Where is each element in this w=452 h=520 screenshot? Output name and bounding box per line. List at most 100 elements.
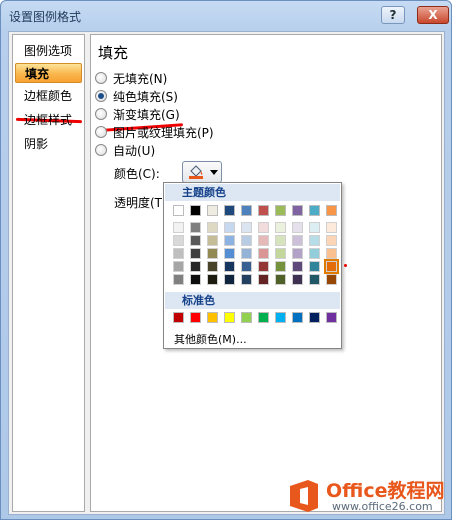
nav-item-border-style[interactable]: 边框样式 [15, 110, 82, 130]
theme-shade-swatch[interactable] [241, 274, 252, 285]
theme-shade-swatch[interactable] [241, 235, 252, 246]
standard-swatch[interactable] [173, 312, 184, 323]
theme-shade-swatch[interactable] [224, 274, 235, 285]
theme-shade-swatch[interactable] [326, 248, 337, 259]
theme-shade-swatch[interactable] [309, 222, 320, 233]
standard-swatch[interactable] [275, 312, 286, 323]
dialog-title: 设置图例格式 [9, 10, 82, 24]
theme-shade-swatch[interactable] [173, 274, 184, 285]
theme-shade-swatch[interactable] [173, 248, 184, 259]
standard-swatch[interactable] [224, 312, 235, 323]
annotation-dot [344, 264, 347, 267]
standard-swatch[interactable] [292, 312, 303, 323]
standard-swatch[interactable] [207, 312, 218, 323]
chevron-down-icon [210, 170, 218, 175]
theme-shade-swatch[interactable] [241, 222, 252, 233]
close-button[interactable]: X [417, 6, 449, 24]
theme-shade-swatch[interactable] [292, 274, 303, 285]
theme-shade-swatch[interactable] [190, 248, 201, 259]
brand-watermark: Office教程网 www.office26.com [286, 476, 448, 516]
radio-circle-checked[interactable] [95, 90, 107, 102]
help-button[interactable]: ? [381, 6, 405, 24]
theme-swatch[interactable] [292, 205, 303, 216]
panel-heading: 填充 [98, 44, 129, 62]
theme-shade-swatch[interactable] [275, 261, 286, 272]
radio-circle[interactable] [95, 126, 107, 138]
more-colors-link[interactable]: 其他颜色(M)... [174, 331, 247, 347]
radio-no-fill[interactable]: 无填充(N) [95, 70, 167, 86]
theme-shade-swatch[interactable] [258, 274, 269, 285]
theme-swatch[interactable] [326, 205, 337, 216]
theme-shade-swatch[interactable] [275, 274, 286, 285]
theme-swatch[interactable] [275, 205, 286, 216]
theme-shade-swatch[interactable] [207, 222, 218, 233]
theme-swatch[interactable] [173, 205, 184, 216]
paint-bucket-icon [189, 165, 203, 179]
standard-swatch[interactable] [258, 312, 269, 323]
color-palette-popup: 主题颜色 标准色 其他颜色(M)... [163, 182, 342, 349]
radio-circle[interactable] [95, 72, 107, 84]
theme-swatch[interactable] [207, 205, 218, 216]
nav-item-shadow[interactable]: 阴影 [15, 134, 82, 154]
theme-shade-swatch[interactable] [258, 222, 269, 233]
radio-solid-fill[interactable]: 纯色填充(S) [95, 88, 178, 104]
theme-shade-swatch[interactable] [309, 248, 320, 259]
standard-swatch[interactable] [241, 312, 252, 323]
theme-shade-swatch[interactable] [292, 248, 303, 259]
radio-circle[interactable] [95, 144, 107, 156]
theme-shade-swatch[interactable] [309, 261, 320, 272]
theme-shade-swatch[interactable] [173, 261, 184, 272]
theme-shade-swatch[interactable] [292, 222, 303, 233]
standard-swatch[interactable] [309, 312, 320, 323]
radio-automatic[interactable]: 自动(U) [95, 142, 155, 158]
theme-shade-swatch[interactable] [258, 235, 269, 246]
theme-shade-swatch[interactable] [207, 248, 218, 259]
standard-colors-header: 标准色 [165, 292, 340, 309]
nav-item-border-color[interactable]: 边框颜色 [15, 86, 82, 106]
theme-shade-swatch[interactable] [190, 274, 201, 285]
theme-swatch[interactable] [224, 205, 235, 216]
fill-color-dropdown[interactable] [182, 161, 222, 183]
standard-swatch[interactable] [326, 312, 337, 323]
title-bar[interactable]: 设置图例格式 ? X [1, 1, 451, 29]
theme-shade-swatch[interactable] [275, 248, 286, 259]
theme-shade-swatch[interactable] [173, 235, 184, 246]
color-label: 颜色(C): [114, 167, 160, 181]
radio-circle[interactable] [95, 108, 107, 120]
radio-gradient-fill[interactable]: 渐变填充(G) [95, 106, 180, 122]
nav-item-legend-options[interactable]: 图例选项 [15, 41, 82, 61]
theme-shade-swatch[interactable] [309, 235, 320, 246]
theme-shade-swatch[interactable] [224, 261, 235, 272]
theme-shade-swatch[interactable] [224, 235, 235, 246]
theme-shade-swatch[interactable] [224, 222, 235, 233]
nav-item-fill[interactable]: 填充 [15, 63, 82, 83]
theme-shade-swatch[interactable] [309, 274, 320, 285]
theme-shade-swatch[interactable] [292, 235, 303, 246]
theme-swatch[interactable] [309, 205, 320, 216]
theme-swatch[interactable] [241, 205, 252, 216]
theme-shade-swatch[interactable] [258, 261, 269, 272]
theme-shade-swatch[interactable] [190, 235, 201, 246]
theme-shade-swatch[interactable] [275, 235, 286, 246]
radio-picture-fill[interactable]: 图片或纹理填充(P) [95, 124, 214, 140]
theme-shade-swatch[interactable] [326, 274, 337, 285]
theme-shade-swatch[interactable] [292, 261, 303, 272]
theme-shade-swatch[interactable] [190, 261, 201, 272]
theme-shade-swatch[interactable] [326, 222, 337, 233]
theme-shade-swatch[interactable] [258, 248, 269, 259]
theme-shade-swatch[interactable] [207, 274, 218, 285]
standard-swatch[interactable] [190, 312, 201, 323]
theme-shade-swatch[interactable] [241, 248, 252, 259]
theme-shade-swatch[interactable] [324, 259, 339, 274]
theme-shade-swatch[interactable] [207, 261, 218, 272]
theme-shade-swatch[interactable] [224, 248, 235, 259]
theme-swatch[interactable] [190, 205, 201, 216]
theme-shade-swatch[interactable] [241, 261, 252, 272]
theme-shade-swatch[interactable] [207, 235, 218, 246]
theme-swatch[interactable] [258, 205, 269, 216]
theme-shade-swatch[interactable] [275, 222, 286, 233]
theme-shade-swatch[interactable] [326, 235, 337, 246]
theme-shade-swatch[interactable] [190, 222, 201, 233]
brand-url: www.office26.com [332, 500, 433, 513]
theme-shade-swatch[interactable] [173, 222, 184, 233]
